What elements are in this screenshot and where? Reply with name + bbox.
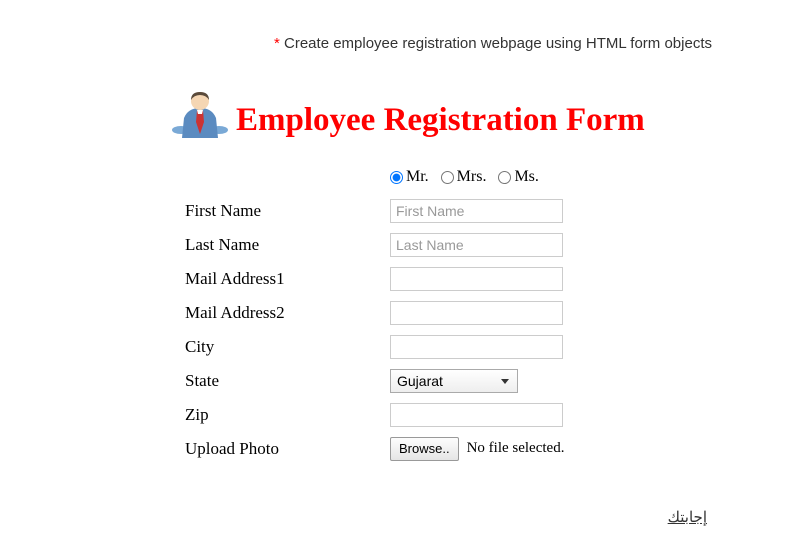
label-mail2: Mail Address2 — [185, 303, 390, 323]
state-select[interactable]: Gujarat — [390, 369, 518, 393]
label-city: City — [185, 337, 390, 357]
row-state: State Gujarat — [185, 366, 564, 395]
answer-link[interactable]: إجابتك — [668, 508, 707, 526]
row-photo: Upload Photo Browse.. No file selected. — [185, 434, 564, 463]
label-zip: Zip — [185, 405, 390, 425]
salutation-ms[interactable]: Ms. — [498, 168, 538, 186]
row-zip: Zip — [185, 400, 564, 429]
row-first-name: First Name — [185, 196, 564, 225]
radio-mr[interactable] — [390, 171, 403, 184]
label-first-name: First Name — [185, 201, 390, 221]
salutation-mrs[interactable]: Mrs. — [441, 168, 487, 186]
mail2-input[interactable] — [390, 301, 563, 325]
row-mail2: Mail Address2 — [185, 298, 564, 327]
instruction-body: Create employee registration webpage usi… — [280, 35, 712, 52]
radio-ms-label: Ms. — [514, 168, 538, 186]
first-name-input[interactable] — [390, 199, 563, 223]
salutation-group: Mr. Mrs. Ms. — [390, 168, 539, 186]
radio-ms[interactable] — [498, 171, 511, 184]
radio-mrs[interactable] — [441, 171, 454, 184]
row-city: City — [185, 332, 564, 361]
label-state: State — [185, 371, 390, 391]
label-photo: Upload Photo — [185, 439, 390, 459]
instruction-text: * Create employee registration webpage u… — [274, 35, 712, 52]
row-last-name: Last Name — [185, 230, 564, 259]
last-name-input[interactable] — [390, 233, 563, 257]
page-title: Employee Registration Form — [236, 102, 645, 139]
mail1-input[interactable] — [390, 267, 563, 291]
state-select-value: Gujarat — [397, 373, 443, 389]
radio-mr-label: Mr. — [406, 168, 429, 186]
city-input[interactable] — [390, 335, 563, 359]
salutation-mr[interactable]: Mr. — [390, 168, 429, 186]
row-mail1: Mail Address1 — [185, 264, 564, 293]
chevron-down-icon — [501, 379, 509, 384]
zip-input[interactable] — [390, 403, 563, 427]
fields-container: First Name Last Name Mail Address1 Mail … — [185, 196, 564, 463]
browse-button[interactable]: Browse.. — [390, 437, 459, 461]
radio-mrs-label: Mrs. — [457, 168, 487, 186]
header-row: Employee Registration Form — [170, 90, 645, 150]
registration-form: Mr. Mrs. Ms. First Name Last Name Mail A… — [185, 168, 564, 468]
label-last-name: Last Name — [185, 235, 390, 255]
label-mail1: Mail Address1 — [185, 269, 390, 289]
file-status-text: No file selected. — [467, 440, 565, 457]
employee-icon — [170, 90, 230, 150]
